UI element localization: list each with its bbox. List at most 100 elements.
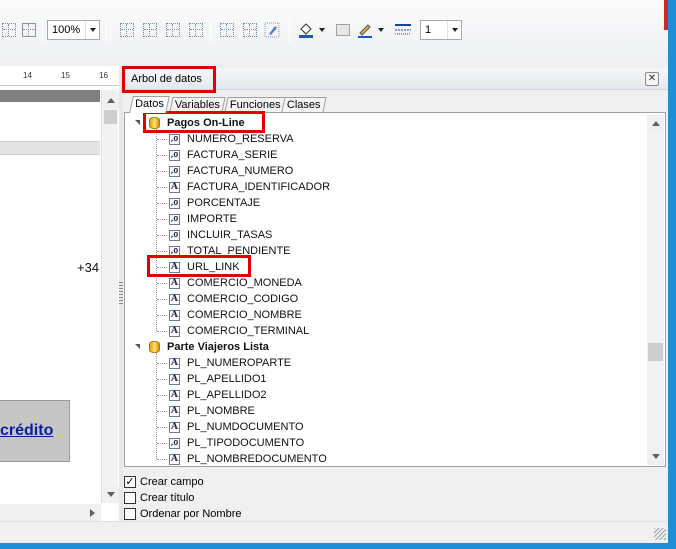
credit-link-element[interactable]: crédito [0, 400, 70, 462]
scroll-up-button[interactable] [102, 92, 119, 109]
tree-field-label: PORCENTAJE [187, 197, 261, 209]
phone-prefix-label[interactable]: +34 [77, 260, 99, 275]
tree-field-label: PL_NOMBRE [187, 405, 255, 417]
option-crear-titulo[interactable]: Crear título [124, 491, 194, 505]
chevron-down-icon[interactable] [447, 21, 461, 39]
tree-field-label: TOTAL_PENDIENTE [187, 245, 291, 257]
tree-connector [157, 427, 167, 428]
grid-1-icon[interactable] [118, 21, 136, 39]
tree-field[interactable]: A URL_LINK [169, 259, 240, 275]
ruler-number: 15 [61, 71, 70, 80]
grid-4-icon[interactable] [187, 21, 205, 39]
scroll-thumb[interactable] [104, 110, 117, 124]
tree-field[interactable]: A PL_NUMEROPARTE [169, 355, 291, 371]
tree-group[interactable]: Parte Viajeros Lista [149, 339, 269, 355]
tree-field[interactable]: ,0 PORCENTAJE [169, 195, 260, 211]
status-bar [0, 521, 668, 543]
tree-field[interactable]: A COMERCIO_NOMBRE [169, 307, 302, 323]
tree-field[interactable]: A PL_NOMBREDOCUMENTO [169, 451, 327, 466]
numeric-field-icon: ,0 [169, 229, 180, 241]
scroll-down-button[interactable] [647, 448, 664, 465]
option-label: Ordenar por Nombre [140, 508, 242, 520]
tree-field[interactable]: ,0 NUMERO_RESERVA [169, 131, 294, 147]
tree-field[interactable]: ,0 IMPORTE [169, 211, 237, 227]
color-box-icon[interactable] [334, 21, 352, 39]
chevron-down-icon[interactable] [85, 21, 99, 39]
data-tree[interactable]: Pagos On-Line ,0 NUMERO_RESERVA ,0 FACTURA_S… [124, 112, 666, 467]
numeric-field-icon: ,0 [169, 149, 180, 161]
grid-3-icon[interactable] [164, 21, 182, 39]
line-style-icon[interactable] [394, 21, 412, 39]
close-icon[interactable]: ✕ [645, 72, 659, 86]
fill-color-icon[interactable] [297, 21, 315, 39]
tree-connector [157, 139, 167, 140]
tree-field[interactable]: A FACTURA_IDENTIFICADOR [169, 179, 330, 195]
tree-vertical-scrollbar[interactable] [647, 114, 664, 465]
align-grid-icon[interactable] [20, 21, 38, 39]
tree-field[interactable]: A PL_APELLIDO1 [169, 371, 267, 387]
section-divider-band[interactable] [0, 141, 100, 155]
tab-clases[interactable]: Clases [281, 97, 327, 112]
toolbar-separator [289, 19, 290, 43]
crear-titulo-checkbox[interactable] [124, 492, 136, 504]
scroll-down-button[interactable] [102, 486, 119, 503]
line-color-icon[interactable] [356, 21, 374, 39]
tree-field[interactable]: ,0 PL_TIPODOCUMENTO [169, 435, 304, 451]
tree-field-label: INCLUIR_TASAS [187, 229, 273, 241]
tree-connector [157, 395, 167, 396]
tab-label: Clases [286, 99, 321, 111]
tree-field[interactable]: A COMERCIO_TERMINAL [169, 323, 309, 339]
canvas-vertical-scrollbar[interactable] [101, 90, 119, 503]
grid-6-icon[interactable] [241, 21, 259, 39]
credit-link-text[interactable]: crédito [0, 422, 53, 440]
numeric-field-icon: ,0 [169, 213, 180, 225]
ordenar-nombre-checkbox[interactable] [124, 508, 136, 520]
scroll-thumb[interactable] [648, 343, 663, 361]
option-ordenar-nombre[interactable]: Ordenar por Nombre [124, 507, 242, 521]
tree-field-label: PL_TIPODOCUMENTO [187, 437, 305, 449]
scroll-right-button[interactable] [84, 504, 101, 521]
tree-field[interactable]: ,0 TOTAL_PENDIENTE [169, 243, 291, 259]
tree-connector [157, 443, 167, 444]
tree-group-label: Pagos On-Line [167, 117, 245, 129]
zoom-select[interactable]: 100% [47, 20, 100, 40]
grid-5-icon[interactable] [218, 21, 236, 39]
chevron-down-icon[interactable] [376, 21, 386, 39]
tree-field-label: URL_LINK [187, 261, 240, 273]
tree-group[interactable]: Pagos On-Line [149, 115, 245, 131]
tree-field[interactable]: A COMERCIO_CODIGO [169, 291, 298, 307]
resize-grip-icon[interactable] [654, 528, 666, 540]
cursor-grid-icon[interactable] [0, 21, 18, 39]
tree-field[interactable]: ,0 INCLUIR_TASAS [169, 227, 272, 243]
tree-connector [157, 411, 167, 412]
tree-field[interactable]: A PL_NOMBRE [169, 403, 255, 419]
window-edge-accent [664, 0, 668, 30]
option-crear-campo[interactable]: ✓ Crear campo [124, 475, 204, 489]
tab-datos[interactable]: Datos [129, 96, 170, 113]
tree-connector [157, 235, 167, 236]
tab-label: Datos [135, 98, 164, 110]
line-width-select[interactable]: 1 [420, 20, 462, 40]
pen-tool-icon[interactable] [263, 21, 281, 39]
section-header-band[interactable] [0, 90, 100, 102]
expander-icon[interactable] [135, 344, 140, 349]
scroll-up-button[interactable] [647, 115, 664, 132]
grid-2-icon[interactable] [141, 21, 159, 39]
tree-field[interactable]: A PL_NUMDOCUMENTO [169, 419, 304, 435]
tree-field-label: COMERCIO_TERMINAL [187, 325, 310, 337]
crear-campo-checkbox[interactable]: ✓ [124, 476, 136, 488]
tree-field[interactable]: A PL_APELLIDO2 [169, 387, 267, 403]
tab-variables[interactable]: Variables [169, 97, 226, 112]
text-field-icon: A [169, 325, 180, 337]
tab-funciones[interactable]: Funciones [224, 97, 287, 112]
numeric-field-icon: ,0 [169, 197, 180, 209]
option-label: Crear campo [140, 476, 204, 488]
expander-icon[interactable] [135, 120, 140, 125]
tree-field-label: PL_NOMBREDOCUMENTO [187, 453, 327, 465]
chevron-down-icon[interactable] [317, 21, 327, 39]
tree-field[interactable]: ,0 FACTURA_NUMERO [169, 163, 293, 179]
tree-field[interactable]: A COMERCIO_MONEDA [169, 275, 302, 291]
tree-field[interactable]: ,0 FACTURA_SERIE [169, 147, 277, 163]
text-field-icon: A [169, 405, 180, 417]
canvas-horizontal-scrollbar[interactable] [0, 504, 101, 521]
